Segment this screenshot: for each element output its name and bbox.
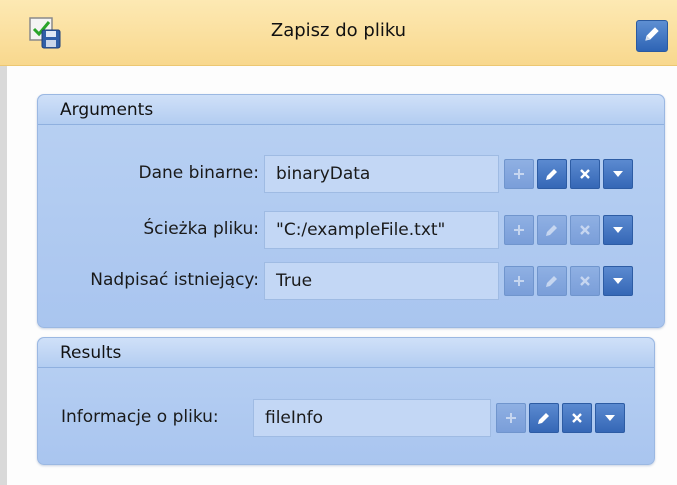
plus-icon <box>512 167 526 181</box>
edit-expression-button[interactable] <box>537 266 567 296</box>
close-icon <box>578 167 592 181</box>
chevron-down-icon <box>611 167 625 181</box>
activity-panel: Zapisz do pliku Arguments Dane binarne: … <box>0 0 677 485</box>
clear-expression-button[interactable] <box>570 266 600 296</box>
pencil-icon <box>544 166 560 182</box>
add-expression-button[interactable] <box>504 159 534 189</box>
dropdown-button[interactable] <box>595 403 625 433</box>
chevron-down-icon <box>611 274 625 288</box>
close-icon <box>570 411 584 425</box>
chevron-down-icon <box>603 411 617 425</box>
close-icon <box>578 274 592 288</box>
result-label: Informacje o pliku: <box>61 407 219 427</box>
add-expression-button[interactable] <box>504 266 534 296</box>
clear-expression-button[interactable] <box>570 215 600 245</box>
activity-title: Zapisz do pliku <box>270 20 407 41</box>
result-row-file-info: Informacje o pliku: fileInfo <box>37 399 655 437</box>
argument-row-overwrite: Nadpisać istniejący: True <box>37 262 665 300</box>
argument-value-field[interactable]: "C:/exampleFile.txt" <box>264 211 499 249</box>
edit-expression-button[interactable] <box>537 215 567 245</box>
argument-label: Nadpisać istniejący: <box>90 270 259 290</box>
plus-icon <box>512 223 526 237</box>
argument-label: Dane binarne: <box>138 163 259 183</box>
argument-row-file-path: Ścieżka pliku: "C:/exampleFile.txt" <box>37 211 665 249</box>
results-group-title: Results <box>38 338 654 368</box>
dropdown-button[interactable] <box>603 159 633 189</box>
pencil-icon <box>643 25 661 48</box>
clear-expression-button[interactable] <box>562 403 592 433</box>
edit-expression-button[interactable] <box>537 159 567 189</box>
pencil-icon <box>544 273 560 289</box>
panel-left-border <box>0 0 7 485</box>
argument-value-field[interactable]: True <box>264 262 499 300</box>
add-expression-button[interactable] <box>504 215 534 245</box>
add-expression-button[interactable] <box>496 403 526 433</box>
pencil-icon <box>544 222 560 238</box>
argument-value-field[interactable]: binaryData <box>264 155 499 193</box>
edit-activity-button[interactable] <box>636 20 668 52</box>
chevron-down-icon <box>611 223 625 237</box>
activity-header: Zapisz do pliku <box>0 0 677 66</box>
plus-icon <box>504 411 518 425</box>
dropdown-button[interactable] <box>603 215 633 245</box>
edit-expression-button[interactable] <box>529 403 559 433</box>
arguments-group-title: Arguments <box>38 95 664 125</box>
pencil-icon <box>536 410 552 426</box>
dropdown-button[interactable] <box>603 266 633 296</box>
argument-row-binary-data: Dane binarne: binaryData <box>37 155 665 193</box>
close-icon <box>578 223 592 237</box>
clear-expression-button[interactable] <box>570 159 600 189</box>
result-value-field[interactable]: fileInfo <box>253 399 491 437</box>
plus-icon <box>512 274 526 288</box>
argument-label: Ścieżka pliku: <box>143 219 259 239</box>
